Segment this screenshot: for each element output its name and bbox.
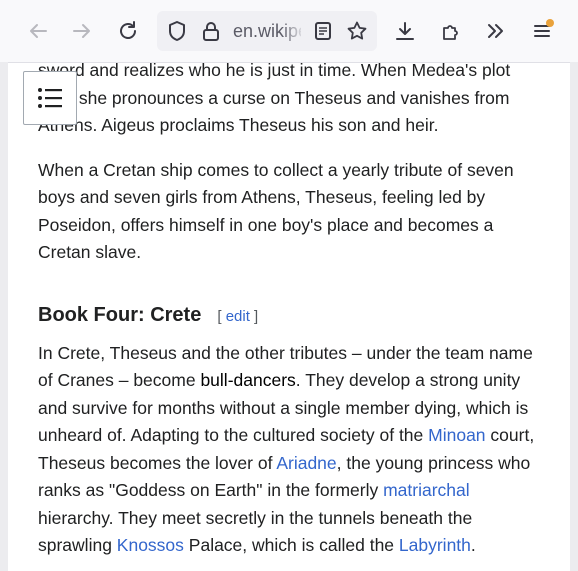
para1-line1: sword and realizes who he is just in tim… [38, 60, 511, 80]
shield-icon[interactable] [166, 20, 188, 42]
section-title: Book Four: Crete [38, 303, 202, 326]
overflow-chevrons-icon [488, 24, 503, 38]
link-bull-dancers[interactable]: bull-dancers [200, 370, 295, 390]
para1-line2: fails, she pronounces a curse on Theseus… [38, 87, 510, 108]
downloads-button[interactable] [387, 13, 423, 49]
back-button[interactable] [20, 13, 56, 49]
update-badge-dot [546, 19, 554, 27]
forward-arrow-icon [73, 24, 90, 38]
paragraph-crete: In Crete, Theseus and the other tributes… [38, 340, 538, 560]
reader-view-icon[interactable] [312, 20, 334, 42]
text-run: Palace, which is called the [183, 535, 399, 555]
article-content: sword and realizes who he is just in tim… [38, 57, 538, 560]
edit-section: [ edit ] [217, 303, 258, 331]
reload-icon [120, 21, 136, 39]
link-ariadne[interactable]: Ariadne [276, 453, 336, 473]
link-matriarchal[interactable]: matriarchal [383, 480, 470, 500]
toc-button[interactable] [23, 71, 77, 125]
download-icon [396, 22, 414, 40]
left-edge-bar [0, 62, 8, 571]
text-run: . [470, 535, 476, 555]
forward-button[interactable] [64, 13, 100, 49]
link-minoan[interactable]: Minoan [428, 425, 485, 445]
edit-bracket-open: [ [217, 307, 226, 325]
reload-button[interactable] [110, 13, 146, 49]
extensions-icon [443, 25, 458, 40]
link-labyrinth[interactable]: Labyrinth [399, 535, 471, 555]
paragraph-medea: sword and realizes who he is just in tim… [38, 57, 538, 140]
browser-toolbar: en.wikipe [0, 0, 578, 63]
app-menu-button[interactable] [524, 13, 560, 49]
para1-line3: Athens. Aigeus proclaims Theseus his son… [38, 115, 439, 135]
url-fade [281, 19, 305, 45]
paragraph-tribute: When a Cretan ship comes to collect a ye… [38, 159, 514, 263]
scrollbar[interactable] [570, 62, 578, 571]
lock-icon[interactable] [200, 20, 222, 42]
link-knossos[interactable]: Knossos [117, 535, 184, 555]
extensions-button[interactable] [433, 13, 469, 49]
section-heading-row: Book Four: Crete [ edit ] [38, 302, 538, 332]
edit-bracket-close: ] [249, 307, 259, 325]
url-bar[interactable]: en.wikipe [157, 11, 377, 51]
bookmark-star-icon[interactable] [346, 20, 368, 42]
back-arrow-icon [30, 24, 47, 38]
table-of-contents-icon [38, 88, 62, 108]
overflow-button[interactable] [478, 13, 514, 49]
edit-link[interactable]: edit [226, 308, 250, 325]
